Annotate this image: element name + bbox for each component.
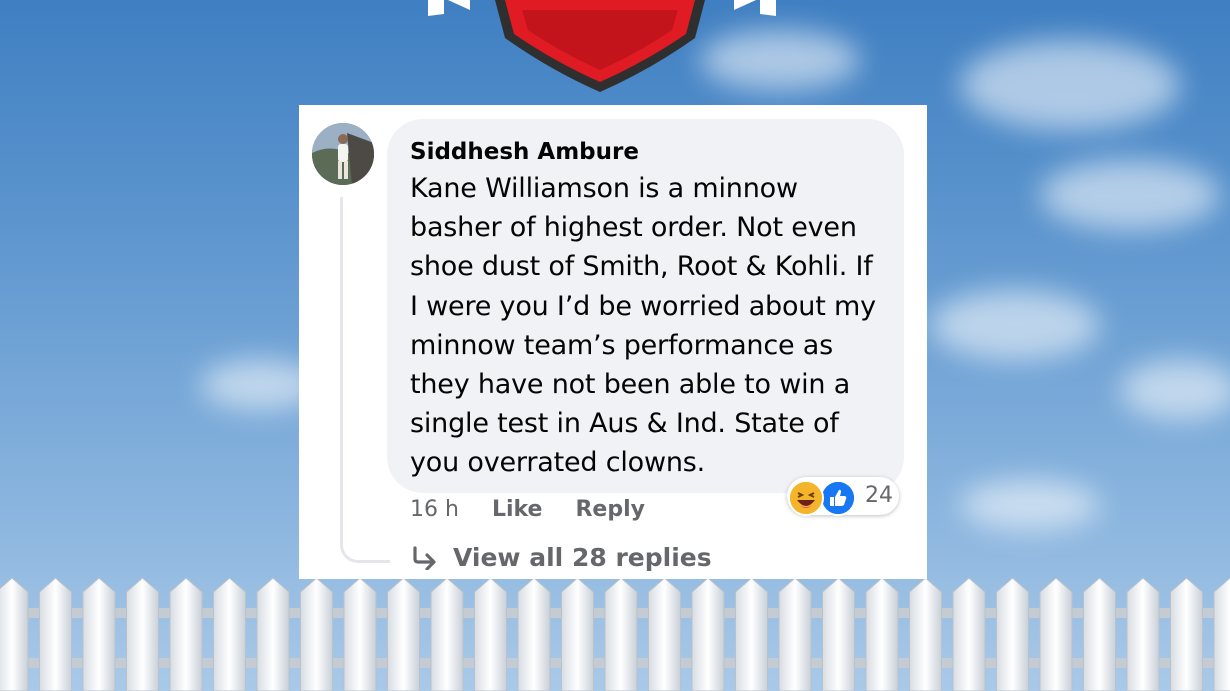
comment-actions: 16 h Like Reply bbox=[410, 497, 671, 522]
cloud bbox=[960, 480, 1100, 530]
reaction-count: 24 bbox=[865, 483, 893, 508]
fence-picket bbox=[343, 577, 377, 691]
comment-bubble: Siddhesh Ambure Kane Williamson is a min… bbox=[387, 119, 904, 493]
comment-author[interactable]: Siddhesh Ambure bbox=[410, 137, 882, 167]
fence-picket bbox=[1083, 577, 1116, 691]
fence-picket bbox=[735, 577, 768, 691]
fence-picket bbox=[0, 577, 29, 691]
reaction-summary[interactable]: 24 bbox=[787, 477, 899, 516]
reply-button[interactable]: Reply bbox=[575, 497, 645, 522]
view-replies-label: View all 28 replies bbox=[453, 543, 712, 572]
fence-picket bbox=[1213, 577, 1230, 691]
cloud bbox=[1040, 160, 1220, 230]
reply-arrow-icon bbox=[413, 545, 436, 570]
fence-picket bbox=[648, 577, 681, 691]
haha-emoji-icon bbox=[788, 480, 824, 516]
cloud bbox=[930, 290, 1100, 360]
fence-picket bbox=[822, 577, 855, 691]
fence-picket bbox=[387, 577, 420, 691]
fence-picket bbox=[952, 577, 986, 691]
avatar[interactable] bbox=[312, 123, 374, 185]
fence-picket bbox=[561, 577, 594, 691]
fence-picket bbox=[169, 577, 203, 691]
fence-picket bbox=[213, 577, 246, 691]
avatar-image bbox=[312, 123, 374, 185]
fence-picket bbox=[300, 577, 333, 691]
fence-picket bbox=[256, 577, 290, 691]
fence-picket bbox=[1170, 577, 1203, 691]
like-button[interactable]: Like bbox=[492, 497, 543, 522]
fence-picket bbox=[865, 577, 899, 691]
view-replies-link[interactable]: View all 28 replies bbox=[411, 543, 712, 572]
shield-logo-icon bbox=[428, 0, 776, 92]
fence-picket bbox=[996, 577, 1029, 691]
fence-picket bbox=[517, 577, 551, 691]
like-reaction-icon bbox=[820, 480, 856, 516]
fence-picket bbox=[126, 577, 159, 691]
fence-picket bbox=[604, 577, 638, 691]
comment-card: Siddhesh Ambure Kane Williamson is a min… bbox=[299, 105, 927, 579]
fence-picket bbox=[82, 577, 116, 691]
fence bbox=[0, 577, 1230, 691]
fence-picket bbox=[474, 577, 507, 691]
fence-picket bbox=[1039, 577, 1073, 691]
fence-picket bbox=[1126, 577, 1160, 691]
thread-connector-line bbox=[340, 197, 390, 563]
cloud bbox=[1120, 360, 1230, 420]
comment-text: Kane Williamson is a minnow basher of hi… bbox=[410, 173, 876, 479]
comment-timestamp[interactable]: 16 h bbox=[410, 497, 459, 522]
fence-picket bbox=[778, 577, 812, 691]
fence-picket bbox=[909, 577, 942, 691]
fence-picket bbox=[39, 577, 72, 691]
fence-picket bbox=[691, 577, 725, 691]
fence-picket bbox=[430, 577, 464, 691]
